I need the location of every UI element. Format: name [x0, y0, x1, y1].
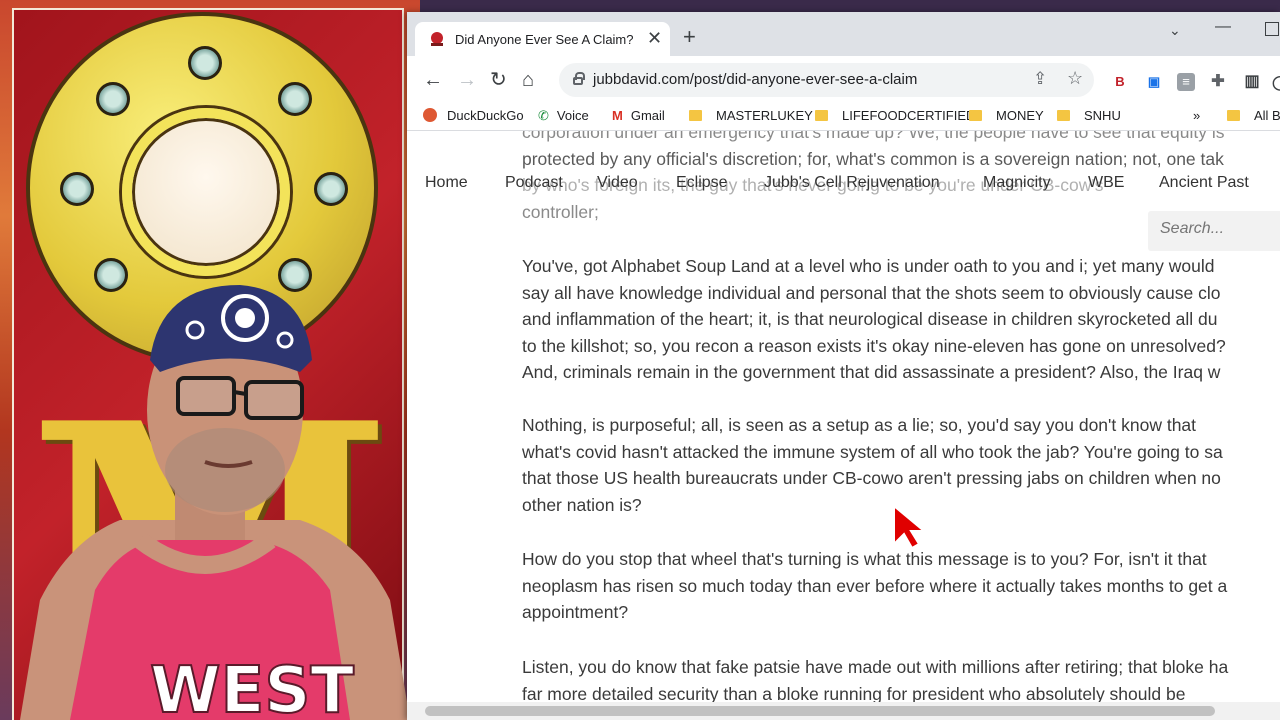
bookmark-folder-snhu[interactable]: SNHU — [1057, 108, 1121, 123]
extension-b-icon[interactable]: B — [1111, 73, 1129, 91]
bookmark-folder-all-bookmarks[interactable]: All Bo — [1227, 108, 1280, 123]
text-line: and inflammation of the heart; it, is th… — [522, 309, 1218, 329]
text-line: what's covid hasn't attacked the immune … — [522, 441, 1223, 462]
bookmarks-bar: DuckDuckGo ✆ Voice M Gmail MASTERLUKEY LIF… — [407, 104, 1280, 131]
article-paragraph: Listen, you do know that fake patsie hav… — [522, 654, 1280, 702]
maximize-button[interactable] — [1265, 22, 1279, 36]
duckduckgo-icon — [423, 108, 437, 122]
nav-ancient-past[interactable]: Ancient Past — [1159, 174, 1249, 192]
browser-toolbar: ← → ↻ ⌂ jubbdavid.com/post/did-anyone-ev… — [407, 56, 1280, 104]
nav-magnicity[interactable]: Magnicity — [983, 174, 1051, 192]
bookmark-star-icon[interactable]: ☆ — [1067, 68, 1083, 89]
browser-window: Did Anyone Ever See A Claim? ✕ + ⌄ — ← →… — [407, 12, 1280, 720]
text-line: Nothing, is purposeful; all, is seen as … — [522, 415, 1197, 435]
folder-icon — [1227, 110, 1240, 121]
bookmark-gmail[interactable]: M Gmail — [612, 108, 665, 123]
site-search[interactable] — [1148, 211, 1280, 251]
bookmark-folder-money[interactable]: MONEY — [969, 108, 1044, 123]
back-button[interactable]: ← — [423, 68, 443, 92]
scrollbar-thumb[interactable] — [425, 706, 1215, 716]
article-paragraph: How do you stop that wheel that's turnin… — [522, 546, 1280, 626]
text-line: say all have knowledge individual and pe… — [522, 282, 1221, 303]
folder-icon — [1057, 110, 1070, 121]
web-page-content: corporation under an emergency that's ma… — [407, 131, 1280, 702]
nav-video[interactable]: Video — [597, 174, 638, 192]
tab-strip: Did Anyone Ever See A Claim? ✕ + ⌄ — — [407, 12, 1280, 56]
nav-eclipse[interactable]: Eclipse — [676, 174, 728, 192]
bookmark-duckduckgo[interactable]: DuckDuckGo — [423, 108, 524, 123]
article-paragraph: Nothing, is purposeful; all, is seen as … — [522, 412, 1280, 518]
close-tab-icon[interactable]: ✕ — [647, 28, 662, 49]
bookmark-folder-masterlukey[interactable]: MASTERLUKEY — [689, 108, 813, 123]
lock-icon[interactable] — [573, 72, 585, 85]
horizontal-scrollbar[interactable] — [407, 702, 1280, 720]
text-line: neoplasm has risen so much today than ev… — [522, 575, 1228, 596]
extension-doc-icon[interactable]: ▣ — [1145, 73, 1163, 91]
tab-title: Did Anyone Ever See A Claim? — [455, 32, 634, 47]
shirt-text: WEST — [150, 654, 354, 720]
new-tab-button[interactable]: + — [683, 26, 696, 48]
extensions-puzzle-icon[interactable]: ✚ — [1209, 73, 1227, 91]
folder-icon — [969, 110, 982, 121]
forward-button[interactable]: → — [457, 68, 477, 92]
tab-search-chevron-icon[interactable]: ⌄ — [1169, 22, 1181, 39]
webcam-overlay: M WEST — [0, 0, 420, 720]
address-bar[interactable]: jubbdavid.com/post/did-anyone-ever-see-a… — [559, 63, 1094, 97]
reload-button[interactable]: ↻ — [490, 68, 507, 92]
side-panel-icon[interactable]: ▥ — [1243, 73, 1261, 91]
text-line: appointment? — [522, 602, 629, 622]
profile-icon[interactable]: ◯ — [1271, 73, 1280, 91]
text-line: to the killshot; so, you recon a reason … — [522, 335, 1226, 356]
minimize-button[interactable]: — — [1215, 18, 1231, 36]
active-tab[interactable]: Did Anyone Ever See A Claim? ✕ — [415, 22, 670, 56]
home-button[interactable]: ⌂ — [522, 68, 534, 92]
text-line: far more detailed security than a bloke … — [522, 683, 1186, 703]
site-navigation: Home Podcast Video Eclipse Jubb's Cell R… — [407, 174, 1280, 198]
text-line: And, criminals remain in the government … — [522, 362, 1221, 382]
text-line: protected by any official's discretion; … — [522, 148, 1224, 169]
text-line: that those US health bureaucrats under C… — [522, 468, 1221, 488]
share-icon[interactable]: ⇪ — [1033, 69, 1047, 89]
folder-icon — [815, 110, 828, 121]
url-text: jubbdavid.com/post/did-anyone-ever-see-a… — [593, 71, 918, 88]
nav-wbe[interactable]: WBE — [1088, 174, 1124, 192]
folder-icon — [689, 110, 702, 121]
site-favicon-icon — [431, 32, 443, 46]
nav-podcast[interactable]: Podcast — [505, 174, 563, 192]
text-line: Listen, you do know that fake patsie hav… — [522, 657, 1229, 677]
article-paragraph: You've, got Alphabet Soup Land at a leve… — [522, 253, 1280, 386]
bookmarks-overflow-icon[interactable]: » — [1193, 108, 1200, 123]
presenter-video: WEST — [20, 285, 410, 720]
search-input[interactable] — [1160, 220, 1280, 238]
gmail-icon: M — [612, 108, 623, 123]
text-line: You've, got Alphabet Soup Land at a leve… — [522, 256, 1215, 276]
bookmark-voice[interactable]: ✆ Voice — [538, 108, 589, 124]
nav-home[interactable]: Home — [425, 174, 468, 192]
text-line: corporation under an emergency that's ma… — [522, 131, 1225, 142]
bookmark-folder-lifefoodcertified[interactable]: LIFEFOODCERTIFIED — [815, 108, 975, 123]
extension-grey-icon[interactable]: ≡ — [1177, 73, 1195, 91]
mouse-cursor-icon — [893, 504, 926, 550]
phone-icon: ✆ — [538, 108, 549, 123]
nav-cell-rejuvenation[interactable]: Jubb's Cell Rejuvenation — [764, 174, 940, 192]
